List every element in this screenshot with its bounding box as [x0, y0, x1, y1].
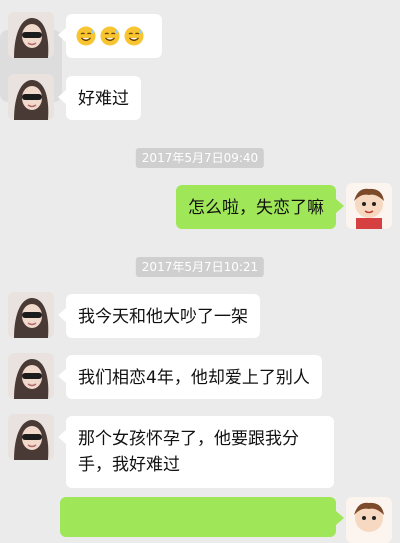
message-bubble-7[interactable]: [60, 497, 344, 537]
timestamp: 2017年5月7日10:21: [135, 257, 265, 277]
self-avatar[interactable]: [346, 497, 392, 543]
contact-avatar[interactable]: [8, 12, 54, 58]
message-bubble-3[interactable]: 怎么啦，失恋了嘛: [176, 185, 344, 229]
message-bubble-6[interactable]: 那个女孩怀孕了，他要跟我分手，我好难过: [58, 416, 334, 488]
message-bubble-5[interactable]: 我们相恋4年，他却爱上了别人: [58, 355, 322, 399]
message-text: 怎么啦，失恋了嘛: [188, 198, 324, 218]
message-bubble-4[interactable]: 我今天和他大吵了一架: [58, 294, 260, 338]
message-text: 好难过: [78, 89, 129, 109]
message-bubble-2[interactable]: 好难过: [58, 76, 141, 120]
self-avatar[interactable]: [346, 183, 392, 229]
message-text: 那个女孩怀孕了，他要跟我分手，我好难过: [78, 429, 299, 475]
contact-avatar[interactable]: [8, 414, 54, 460]
sweat-smile-emoji-icon: [100, 26, 120, 46]
message-bubble-1[interactable]: [58, 14, 162, 58]
contact-avatar[interactable]: [8, 74, 54, 120]
sweat-smile-emoji-icon: [124, 26, 144, 46]
sweat-smile-emoji-icon: [76, 26, 96, 46]
contact-avatar[interactable]: [8, 353, 54, 399]
message-text: 我今天和他大吵了一架: [78, 307, 248, 327]
timestamp: 2017年5月7日09:40: [135, 148, 265, 168]
contact-avatar[interactable]: [8, 292, 54, 338]
message-text: 我们相恋4年，他却爱上了别人: [78, 368, 310, 388]
